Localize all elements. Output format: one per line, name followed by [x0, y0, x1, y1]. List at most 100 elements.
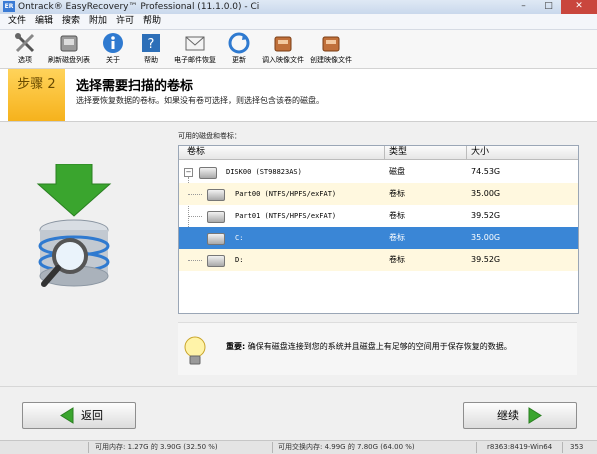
notice-prefix: 重要:: [226, 342, 246, 351]
volumes-caption: 可用的磁盘和卷标：: [178, 132, 241, 140]
table-row[interactable]: Part01 (NTFS/HPFS/exFAT) 卷标 39.52G: [179, 205, 578, 227]
collapse-toggle[interactable]: −: [184, 168, 193, 177]
tree-line: [188, 260, 202, 261]
disk-icon: [199, 167, 217, 179]
back-button[interactable]: 返回: [22, 402, 136, 429]
status-separator: [88, 442, 89, 453]
tools-icon: [15, 33, 35, 53]
navigation-bar: 返回 继续: [0, 386, 597, 439]
column-header-size[interactable]: 大小: [471, 146, 489, 159]
disk-scan-illustration: [36, 164, 112, 287]
volume-type: 卷标: [389, 211, 405, 220]
volume-name: D:: [235, 256, 244, 264]
create-image-button[interactable]: 创建映像文件: [306, 32, 356, 66]
step-description: 选择要恢复数据的卷标。如果没有卷可选择，则选择包含该卷的磁盘。: [76, 96, 324, 105]
status-number: 353: [570, 443, 584, 451]
volume-icon: [207, 255, 225, 267]
status-swap: 可用交换内存: 4.99G 的 7.80G (64.00 %): [278, 443, 415, 451]
next-label: 继续: [497, 409, 519, 422]
volume-size: 39.52G: [471, 211, 501, 220]
menu-file[interactable]: 文件: [8, 14, 26, 29]
column-header-volume[interactable]: 卷标: [187, 146, 205, 159]
important-notice: 重要: 确保有磁盘连接到您的系统并且磁盘上有足够的空间用于保存恢复的数据。: [178, 322, 577, 375]
status-memory: 可用内存: 1.27G 的 3.90G (32.50 %): [95, 443, 218, 451]
volume-name: C:: [235, 234, 244, 242]
next-button[interactable]: 继续: [463, 402, 577, 429]
notice-text: 重要: 确保有磁盘连接到您的系统并且磁盘上有足够的空间用于保存恢复的数据。: [226, 341, 512, 352]
menu-license[interactable]: 许可: [116, 14, 134, 29]
status-separator: [562, 442, 563, 453]
tree-line: [188, 194, 202, 195]
volume-size: 35.00G: [471, 189, 501, 198]
refresh-disk-icon: [60, 35, 78, 52]
refresh-disks-label: 刷新磁盘列表: [48, 56, 90, 64]
update-icon: [228, 32, 250, 54]
volume-type: 卷标: [389, 189, 405, 198]
table-row[interactable]: Part00 (NTFS/HPFS/exFAT) 卷标 35.00G: [179, 183, 578, 205]
partition-icon: [207, 189, 225, 201]
help-label: 帮助: [144, 56, 158, 64]
volume-type: 卷标: [389, 233, 405, 242]
menu-edit[interactable]: 编辑: [35, 14, 53, 29]
table-row-selected[interactable]: C: 卷标 35.00G: [179, 227, 578, 249]
status-bar: 可用内存: 1.27G 的 3.90G (32.50 %) 可用交换内存: 4.…: [0, 440, 597, 454]
title-bar[interactable]: ER Ontrack® EasyRecovery™ Professional (…: [0, 0, 597, 14]
volume-size: 35.00G: [471, 233, 501, 242]
column-separator[interactable]: [384, 146, 385, 159]
update-button[interactable]: 更新: [214, 32, 264, 66]
table-row[interactable]: − DISK00 (ST98823AS) 磁盘 74.53G: [179, 161, 578, 183]
volume-size: 39.52G: [471, 255, 501, 264]
volume-name: Part01 (NTFS/HPFS/exFAT): [235, 212, 337, 220]
toolbar: 选项 刷新磁盘列表 关于 ? 帮助 电子邮件恢复 更新 调入映像文件 创建映像文…: [0, 30, 597, 69]
status-build: r8363:8419-Win64: [487, 443, 553, 451]
partition-icon: [207, 211, 225, 223]
volume-table[interactable]: 卷标 类型 大小 − DISK00 (ST98823AS) 磁盘 74.53G …: [178, 145, 579, 314]
status-separator: [476, 442, 477, 453]
maximize-button[interactable]: □: [536, 0, 561, 14]
notice-body: 确保有磁盘连接到您的系统并且磁盘上有足够的空间用于保存恢复的数据。: [247, 342, 512, 351]
window-title: Ontrack® EasyRecovery™ Professional (11.…: [18, 2, 260, 12]
tree-line: [188, 216, 202, 217]
volume-type: 卷标: [389, 255, 405, 264]
load-image-button[interactable]: 调入映像文件: [258, 32, 308, 66]
refresh-disks-button[interactable]: 刷新磁盘列表: [44, 32, 94, 66]
volume-name: Part00 (NTFS/HPFS/exFAT): [235, 190, 337, 198]
update-label: 更新: [232, 56, 246, 64]
email-recovery-label: 电子邮件恢复: [174, 56, 216, 64]
load-image-icon: [274, 36, 292, 52]
help-icon: ?: [142, 34, 160, 52]
menu-help[interactable]: 帮助: [143, 14, 161, 29]
step-header: 步骤 2 选择需要扫描的卷标 选择要恢复数据的卷标。如果没有卷可选择，则选择包含…: [0, 69, 597, 122]
arrow-right-icon: [528, 407, 542, 424]
volume-type: 磁盘: [389, 167, 405, 176]
menu-bar: 文件 编辑 搜索 附加 许可 帮助: [0, 14, 597, 30]
volume-size: 74.53G: [471, 167, 501, 176]
column-header-type[interactable]: 类型: [389, 146, 407, 159]
close-button[interactable]: ✕: [561, 0, 597, 14]
email-recovery-button[interactable]: 电子邮件恢复: [170, 32, 220, 66]
create-image-icon: [322, 36, 340, 52]
status-separator: [272, 442, 273, 453]
menu-search[interactable]: 搜索: [62, 14, 80, 29]
back-label: 返回: [81, 409, 103, 422]
column-separator[interactable]: [466, 146, 467, 159]
help-button[interactable]: ? 帮助: [126, 32, 176, 66]
options-button[interactable]: 选项: [0, 32, 50, 66]
info-icon: [103, 33, 123, 53]
table-header: 卷标 类型 大小: [179, 146, 578, 160]
load-image-label: 调入映像文件: [262, 56, 304, 64]
minimize-button[interactable]: –: [511, 0, 536, 14]
options-label: 选项: [18, 56, 32, 64]
volume-name: DISK00 (ST98823AS): [226, 168, 302, 176]
email-icon: [185, 36, 205, 51]
table-row[interactable]: D: 卷标 39.52G: [179, 249, 578, 271]
app-icon: ER: [3, 1, 15, 12]
menu-addons[interactable]: 附加: [89, 14, 107, 29]
lightbulb-icon: [184, 336, 206, 365]
step-label: 步骤 2: [17, 77, 56, 92]
arrow-left-icon: [60, 407, 74, 424]
svg-text:?: ?: [148, 37, 155, 52]
create-image-label: 创建映像文件: [310, 56, 352, 64]
volume-icon: [207, 233, 225, 245]
step-title: 选择需要扫描的卷标: [76, 79, 194, 94]
